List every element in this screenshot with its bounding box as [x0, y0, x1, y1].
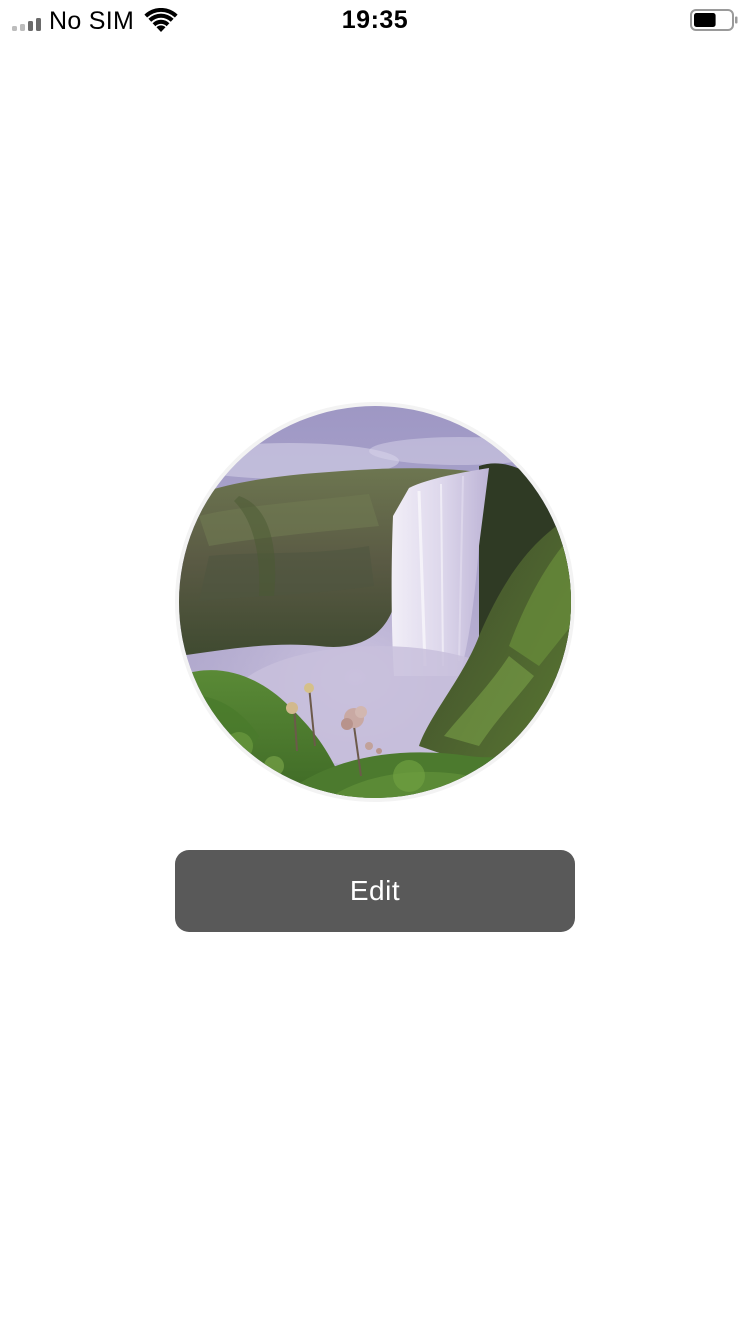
waterfall-photo	[179, 406, 571, 798]
status-time: 19:35	[341, 6, 409, 34]
avatar-frame	[175, 402, 575, 802]
edit-button[interactable]: Edit	[175, 850, 575, 932]
battery-icon	[690, 9, 738, 31]
status-bar: No SIM 19:35	[0, 0, 750, 40]
avatar[interactable]	[179, 406, 571, 798]
screen: No SIM 19:35 Edit	[0, 0, 750, 1334]
